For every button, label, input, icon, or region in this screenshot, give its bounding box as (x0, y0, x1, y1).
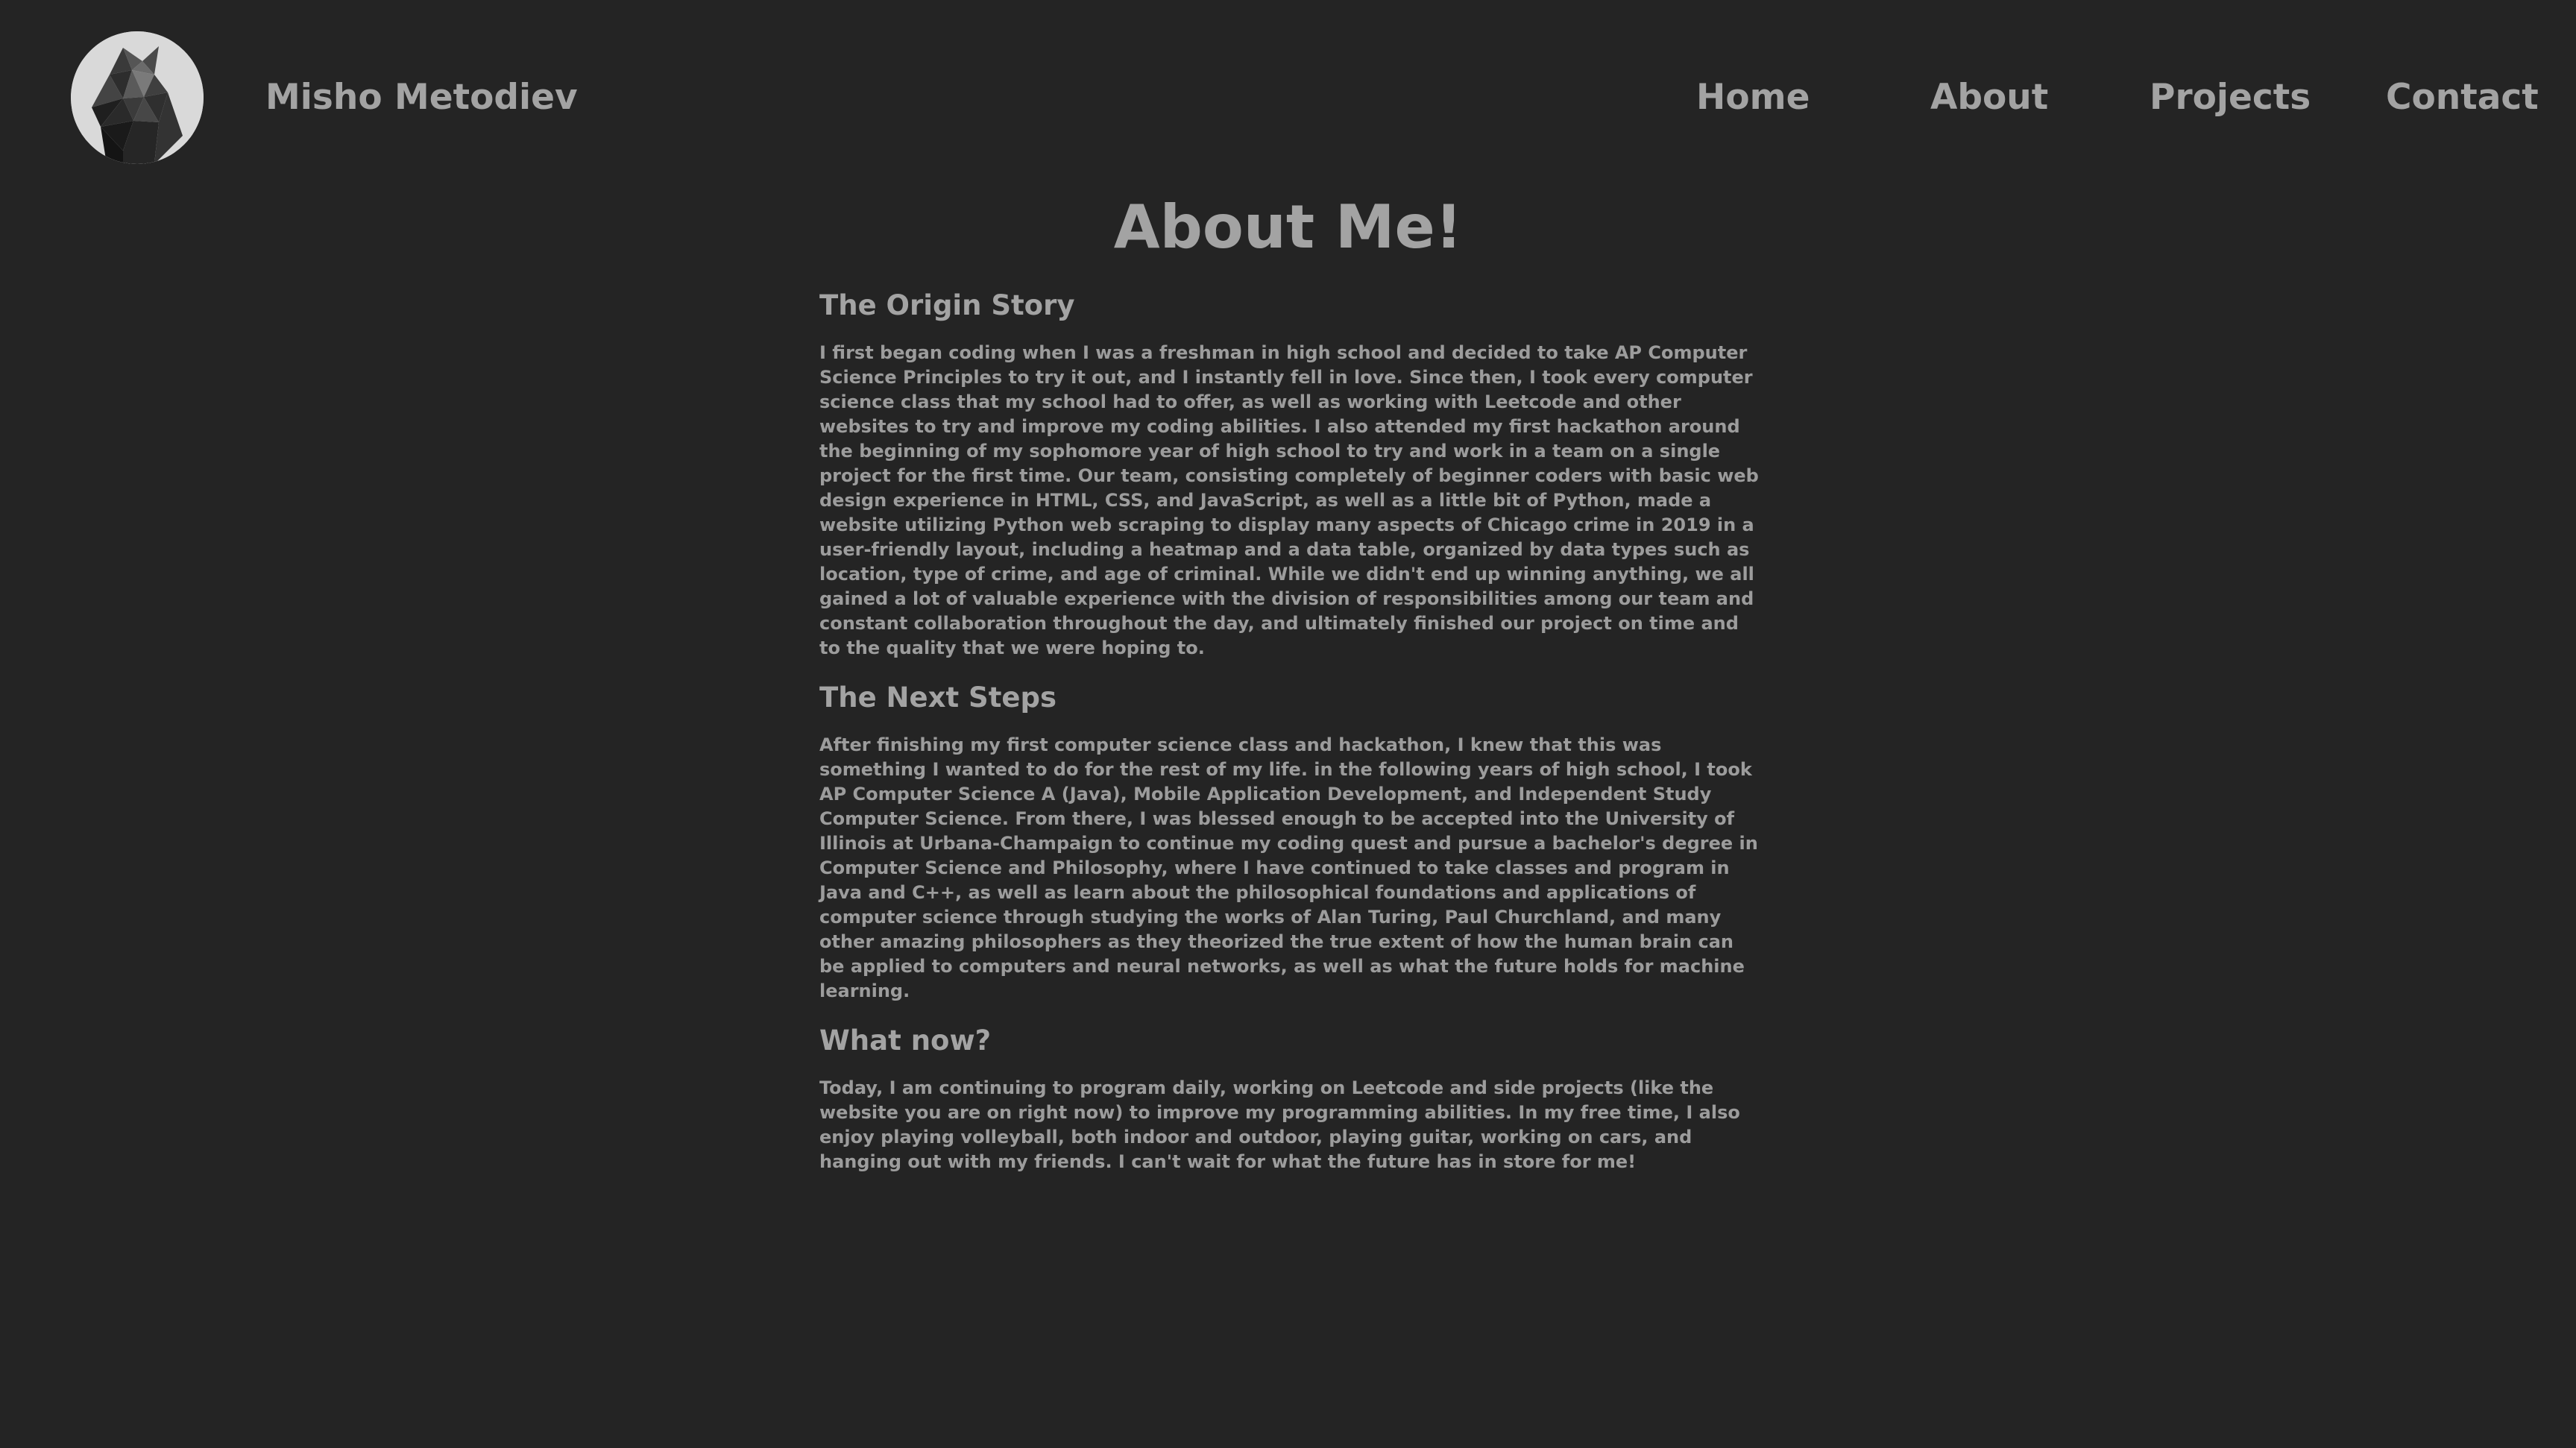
nav-home-link[interactable]: Home (1696, 75, 1810, 120)
nav-about-link[interactable]: About (1930, 75, 2048, 120)
about-content: The Origin Story I first began coding wh… (819, 287, 1759, 1174)
nav-contact-link[interactable]: Contact (2386, 75, 2539, 120)
wolf-logo-icon (71, 31, 204, 164)
section-body: After finishing my first computer scienc… (819, 734, 1758, 1001)
section-body: Today, I am continuing to program daily,… (819, 1077, 1740, 1172)
next-steps-section: The Next Steps After finishing my first … (819, 679, 1759, 1004)
what-now-section: What now? Today, I am continuing to prog… (819, 1022, 1759, 1174)
section-heading: The Next Steps (819, 681, 1056, 714)
origin-story-section: The Origin Story I first began coding wh… (819, 287, 1759, 661)
section-heading: The Origin Story (819, 289, 1075, 321)
section-heading: What now? (819, 1024, 992, 1057)
page-title: About Me! (1113, 192, 1463, 262)
site-name[interactable]: Misho Metodiev (265, 75, 578, 120)
site-header: Misho Metodiev Home About Projects Conta… (0, 0, 2576, 198)
nav-projects-link[interactable]: Projects (2150, 75, 2311, 120)
avatar-logo-link[interactable] (71, 31, 204, 164)
section-body: I first began coding when I was a freshm… (819, 342, 1759, 658)
